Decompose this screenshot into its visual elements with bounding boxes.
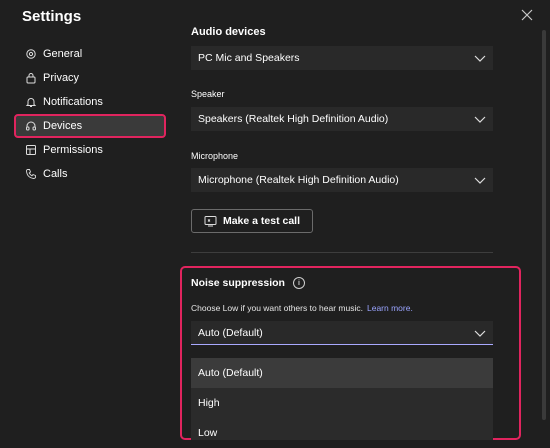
speaker-dropdown[interactable]: Speakers (Realtek High Definition Audio) bbox=[191, 107, 493, 131]
section-divider bbox=[191, 252, 493, 253]
sidebar-item-label: Calls bbox=[43, 168, 68, 180]
speaker-value: Speakers (Realtek High Definition Audio) bbox=[198, 113, 389, 125]
sidebar-item-label: Privacy bbox=[43, 72, 80, 84]
sidebar-item-label: Devices bbox=[43, 120, 83, 132]
microphone-label: Microphone bbox=[191, 151, 239, 161]
scrollbar[interactable] bbox=[542, 30, 546, 420]
make-test-call-label: Make a test call bbox=[222, 215, 301, 227]
noise-suppression-title: Noise suppression bbox=[191, 277, 285, 289]
sidebar-item-label: Permissions bbox=[43, 144, 103, 156]
sidebar-item-label: General bbox=[43, 48, 83, 60]
close-icon[interactable] bbox=[521, 8, 533, 21]
sidebar-item-calls[interactable]: Calls bbox=[14, 162, 166, 186]
noise-suppression-menu: Auto (Default) High Low bbox=[191, 358, 493, 440]
audio-device-value: PC Mic and Speakers bbox=[198, 52, 300, 64]
settings-title: Settings bbox=[22, 8, 82, 25]
speaker-label: Speaker bbox=[191, 89, 225, 99]
chevron-down-icon bbox=[474, 114, 486, 124]
sidebar-item-notifications[interactable]: Notifications bbox=[14, 90, 166, 114]
test-call-icon bbox=[204, 215, 217, 227]
noise-suppression-heading: Noise suppression i bbox=[191, 277, 305, 289]
audio-devices-heading: Audio devices bbox=[191, 26, 266, 38]
chevron-down-icon bbox=[474, 328, 486, 338]
menu-option-high[interactable]: High bbox=[191, 388, 493, 418]
chevron-down-icon bbox=[474, 53, 486, 63]
microphone-value: Microphone (Realtek High Definition Audi… bbox=[198, 174, 399, 186]
microphone-dropdown[interactable]: Microphone (Realtek High Definition Audi… bbox=[191, 168, 493, 192]
noise-description-text: Choose Low if you want others to hear mu… bbox=[191, 303, 363, 313]
sidebar-item-devices[interactable]: Devices bbox=[14, 114, 166, 138]
phone-icon bbox=[24, 167, 38, 181]
sidebar-item-label: Notifications bbox=[43, 96, 103, 108]
noise-suppression-dropdown[interactable]: Auto (Default) bbox=[191, 321, 493, 345]
noise-suppression-value: Auto (Default) bbox=[198, 326, 263, 339]
make-test-call-button[interactable]: Make a test call bbox=[191, 209, 313, 233]
sidebar-item-privacy[interactable]: Privacy bbox=[14, 66, 166, 90]
menu-option-auto[interactable]: Auto (Default) bbox=[191, 358, 493, 388]
sidebar-item-general[interactable]: General bbox=[14, 42, 166, 66]
sidebar-item-permissions[interactable]: Permissions bbox=[14, 138, 166, 162]
audio-device-dropdown[interactable]: PC Mic and Speakers bbox=[191, 46, 493, 70]
permissions-icon bbox=[24, 143, 38, 157]
gear-icon bbox=[24, 47, 38, 61]
chevron-down-icon bbox=[474, 175, 486, 185]
noise-description: Choose Low if you want others to hear mu… bbox=[191, 303, 413, 313]
bell-icon bbox=[24, 95, 38, 109]
learn-more-link[interactable]: Learn more. bbox=[367, 303, 413, 313]
info-icon[interactable]: i bbox=[292, 277, 305, 289]
headset-icon bbox=[24, 119, 38, 133]
lock-icon bbox=[24, 71, 38, 85]
